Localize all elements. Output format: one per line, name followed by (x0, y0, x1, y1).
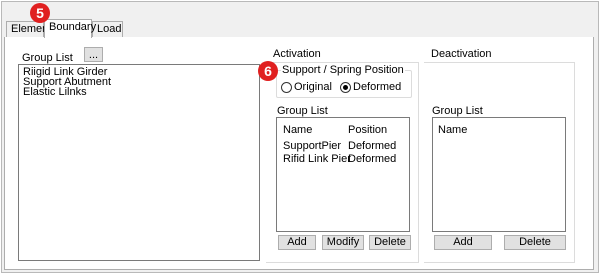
activation-add-button-label: Add (287, 236, 307, 248)
activation-group-list-label: Group List (277, 105, 328, 117)
deactivation-group-list-label: Group List (432, 105, 483, 117)
activation-divider-top (266, 62, 418, 63)
activation-divider-bottom (266, 262, 419, 263)
left-group-list[interactable]: Riigid Link Girder Support Abutment Elas… (18, 64, 260, 261)
deactivation-title: Deactivation (430, 48, 493, 60)
callout-badge-5-number: 5 (36, 5, 44, 21)
callout-badge-6: 6 (258, 61, 278, 81)
radio-deformed-selected-dot (343, 85, 348, 90)
callout-badge-6-number: 6 (264, 63, 272, 79)
deactivation-divider-right (574, 62, 575, 262)
row-name: SupportPier (283, 140, 342, 152)
tab-element[interactable]: Element (6, 21, 51, 37)
radio-original[interactable]: Original (281, 81, 341, 94)
deactivation-delete-button[interactable]: Delete (504, 235, 566, 250)
deactivation-add-button[interactable]: Add (434, 235, 492, 250)
column-header-position[interactable]: Position (348, 124, 387, 136)
table-row[interactable]: Rifid Link Pier Deformed (283, 153, 405, 166)
radio-deformed-label: Deformed (353, 81, 402, 93)
radio-original-label: Original (294, 81, 332, 93)
tab-boundary[interactable]: Boundary (44, 19, 96, 38)
activation-modify-button-label: Modify (326, 236, 360, 248)
tab-load[interactable]: Load (92, 21, 123, 37)
deactivation-divider-top (424, 62, 574, 63)
row-position: Deformed (348, 153, 397, 165)
left-group-list-items: Riigid Link Girder Support Abutment Elas… (23, 67, 111, 98)
radio-deformed[interactable]: Deformed (340, 81, 402, 94)
column-header-name[interactable]: Name (283, 124, 312, 136)
tab-boundary-label: Boundary (49, 21, 97, 33)
list-item[interactable]: Elastic Lilnks (23, 87, 111, 98)
deactivation-divider-bottom (424, 262, 575, 263)
activation-group-list[interactable]: Name Position SupportPier Deformed Rifid… (276, 117, 410, 232)
deactivation-delete-button-label: Delete (519, 236, 551, 248)
deactivation-group-list[interactable]: Name (432, 117, 566, 232)
deactivation-add-button-label: Add (453, 236, 473, 248)
position-group-title: Support / Spring Position (281, 64, 405, 76)
radio-deformed-circle[interactable] (340, 82, 351, 93)
table-row[interactable]: SupportPier Deformed (283, 140, 405, 153)
activation-modify-button[interactable]: Modify (322, 235, 364, 250)
activation-add-button[interactable]: Add (278, 235, 316, 250)
radio-original-circle[interactable] (281, 82, 292, 93)
row-name: Rifid Link Pier (283, 153, 351, 165)
row-position: Deformed (348, 140, 397, 152)
column-header-name[interactable]: Name (438, 124, 467, 136)
tab-load-label: Load (97, 23, 122, 35)
browse-button[interactable]: ... (84, 47, 103, 62)
activation-title: Activation (272, 48, 322, 60)
browse-button-label: ... (88, 48, 99, 61)
activation-delete-button[interactable]: Delete (369, 235, 411, 250)
callout-badge-5: 5 (30, 3, 50, 23)
activation-divider-right (418, 62, 419, 262)
left-group-list-label: Group List (22, 52, 73, 64)
activation-delete-button-label: Delete (374, 236, 406, 248)
